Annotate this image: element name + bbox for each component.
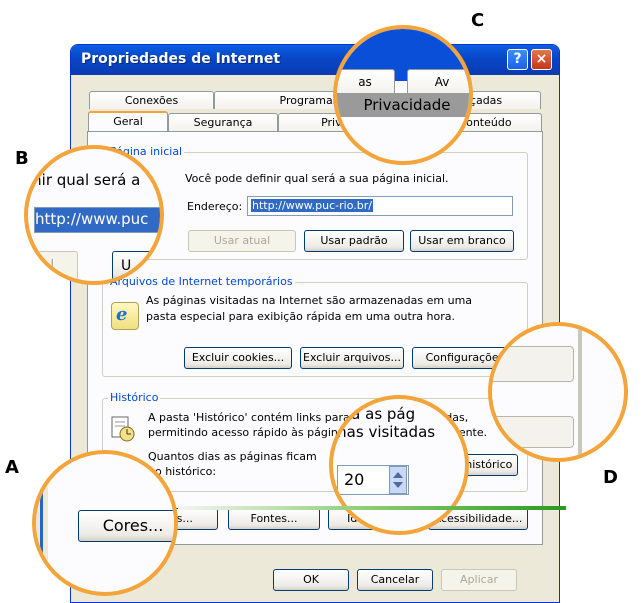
zoom-d-button-edge — [492, 346, 574, 382]
help-button[interactable]: ? — [507, 49, 528, 70]
tab-general[interactable]: Geral — [88, 111, 168, 131]
green-highlight-line — [178, 506, 566, 510]
zoom-a-colors-button: Cores... — [78, 510, 174, 542]
cancel-button[interactable]: Cancelar — [357, 569, 433, 591]
title-bar[interactable]: Propriedades de Internet ? × — [71, 45, 559, 75]
zoom-b-text: inir qual será a — [28, 171, 141, 189]
window-title: Propriedades de Internet — [81, 51, 281, 67]
callout-label-c: C — [471, 10, 485, 31]
delete-files-button[interactable]: Excluir arquivos... — [300, 347, 404, 369]
use-current-button[interactable]: Usar atual — [188, 230, 296, 252]
tab-security[interactable]: Segurança — [168, 113, 278, 131]
temp-files-description-line-1: As páginas visitadas na Internet são arm… — [146, 294, 473, 307]
zoom-b-button-2: U — [112, 251, 160, 281]
close-button[interactable]: × — [531, 49, 552, 70]
zoom-e-text-1: ra as pág — [345, 405, 416, 423]
zoom-e-spinner-icon — [389, 466, 407, 494]
zoom-c-tab-advanced: Av — [407, 69, 469, 93]
zoom-d-border-line — [578, 326, 582, 458]
internet-explorer-icon: e — [111, 302, 139, 330]
address-selected-text: http://www.puc-rio.br/ — [251, 199, 373, 212]
tab-connections[interactable]: Conexões — [89, 91, 214, 109]
zoom-a-window-border — [40, 454, 43, 592]
callout-label-b: B — [15, 148, 29, 169]
zoom-callout-b: inir qual será a http://www.puc al U — [24, 145, 164, 285]
address-label: Endereço: — [187, 200, 243, 213]
zoom-d-button-edge-2 — [492, 416, 574, 448]
ok-button[interactable]: OK — [273, 569, 349, 591]
zoom-b-button-1: al — [28, 251, 78, 281]
zoom-c-tab-programs: as — [337, 69, 395, 93]
zoom-e-text-2: inas visitadas — [333, 423, 436, 441]
history-days-label-line-1: Quantos dias as páginas ficam — [148, 450, 317, 463]
zoom-callout-e: ra as pág inas visitadas 20 — [329, 395, 469, 535]
history-legend: Histórico — [108, 391, 161, 404]
callout-label-d: D — [603, 467, 618, 488]
zoom-callout-c: as Av Privacidade — [333, 25, 473, 165]
zoom-callout-a: Cores... — [32, 450, 178, 596]
zoom-callout-d — [488, 322, 628, 462]
delete-cookies-button[interactable]: Excluir cookies... — [184, 347, 292, 369]
callout-label-a: A — [5, 457, 19, 478]
home-address-input[interactable]: http://www.puc-rio.br/ — [247, 196, 513, 216]
zoom-b-address-input: http://www.puc — [34, 207, 160, 233]
temp-files-description-line-2: pasta especial para exibição rápida em u… — [146, 310, 455, 323]
home-page-description: Você pode definir qual será a sua página… — [185, 172, 449, 185]
history-clock-icon — [110, 415, 136, 443]
fonts-button[interactable]: Fontes... — [228, 508, 320, 530]
apply-button[interactable]: Aplicar — [441, 569, 517, 591]
zoom-c-tab-privacy: Privacidade — [337, 93, 469, 117]
use-default-button[interactable]: Usar padrão — [304, 230, 404, 252]
use-blank-button[interactable]: Usar em branco — [410, 230, 514, 252]
